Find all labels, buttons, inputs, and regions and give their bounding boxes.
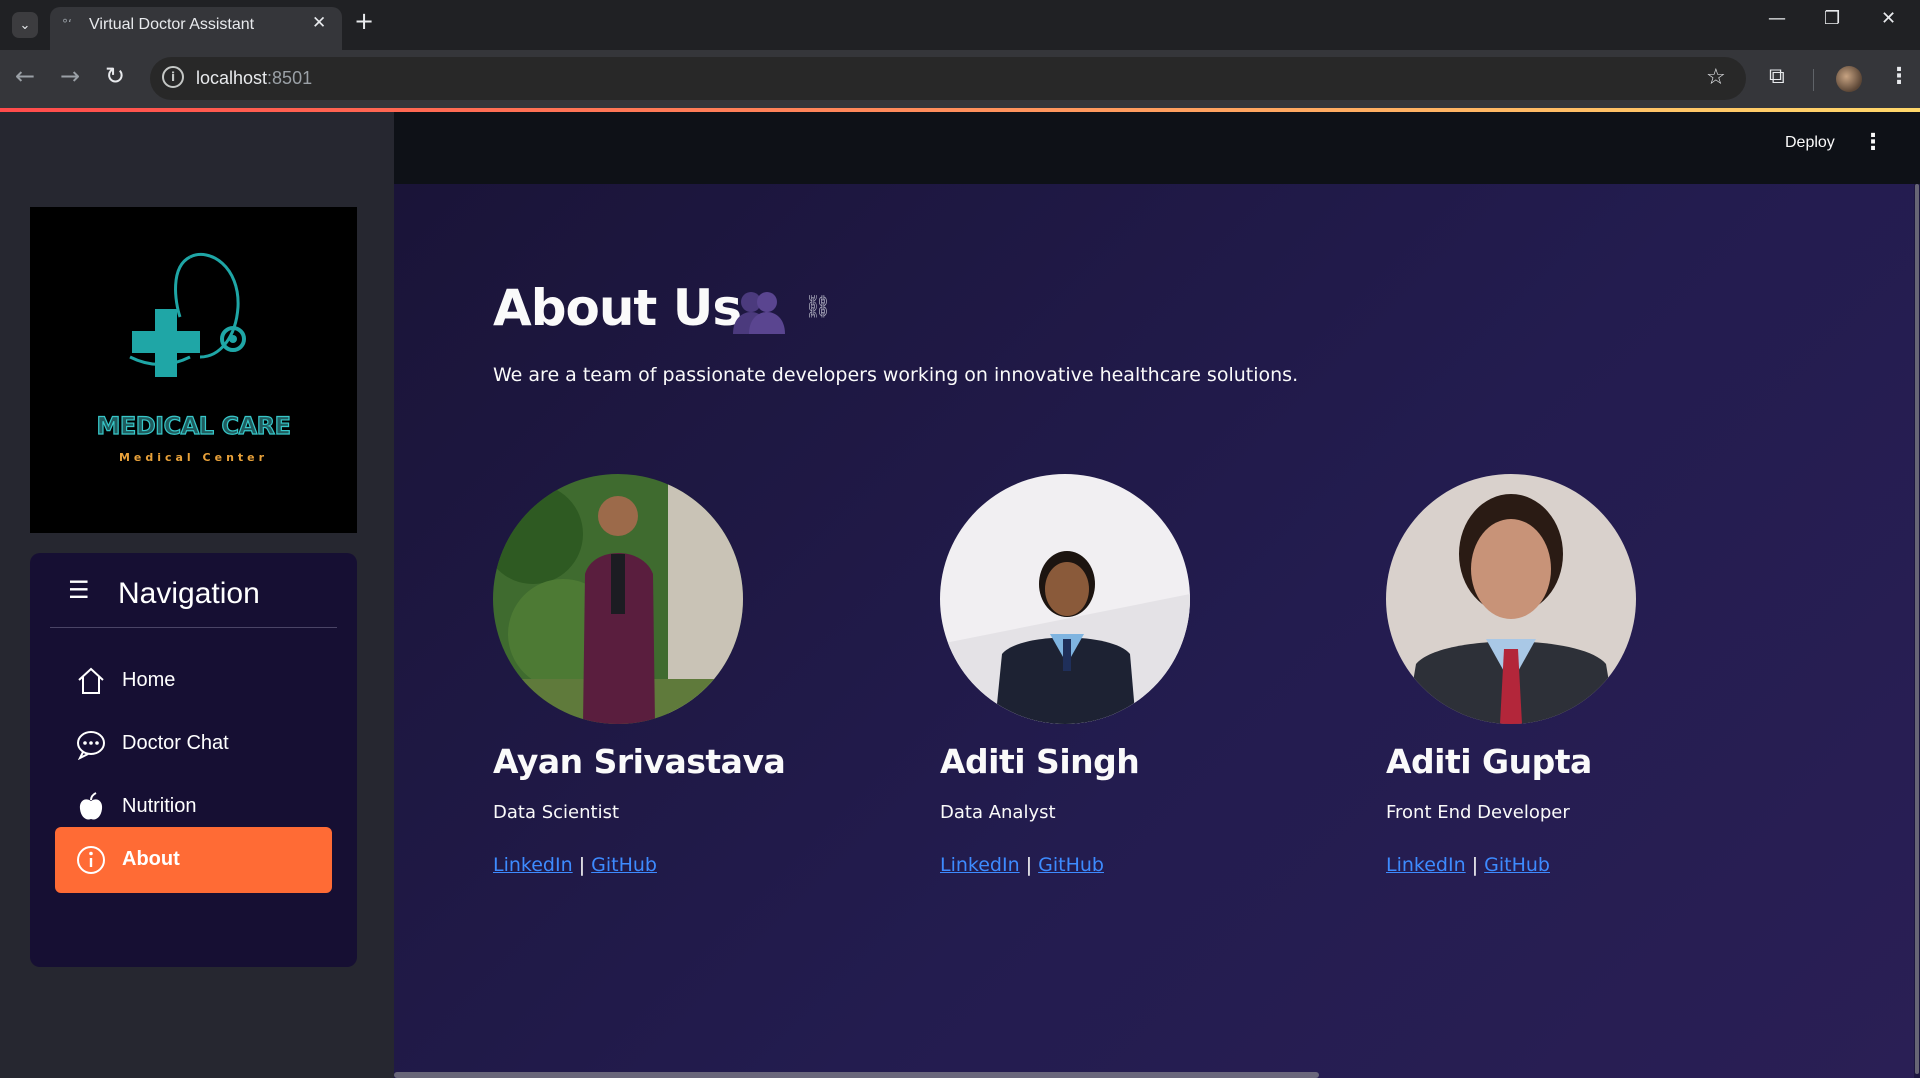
forward-icon[interactable]: → [60, 64, 80, 88]
tab-search-button[interactable]: ⌄ [12, 12, 38, 38]
nav-item-label: Doctor Chat [122, 732, 229, 754]
nav-item-label: About [122, 848, 180, 870]
member-name: Aditi Singh [940, 742, 1140, 781]
profile-avatar[interactable] [1836, 66, 1862, 92]
github-link[interactable]: GitHub [1038, 854, 1104, 876]
navigation-menu: ☰ Navigation Home Doctor Chat Nutrition [30, 553, 357, 967]
toolbar-divider [1813, 69, 1814, 91]
new-tab-icon[interactable]: + [354, 9, 374, 33]
url-text[interactable]: localhost:8501 [196, 68, 312, 89]
logo-subtitle: Medical Center [118, 451, 269, 464]
member-photo-aditi-singh [940, 474, 1190, 724]
member-role: Data Scientist [493, 802, 619, 823]
member-role: Data Analyst [940, 802, 1056, 823]
restore-icon[interactable]: ❐ [1824, 10, 1840, 28]
nav-item-label: Home [122, 669, 176, 691]
close-window-icon[interactable]: ✕ [1881, 10, 1896, 28]
link-separator: | [578, 854, 586, 876]
team-member-card: Aditi Gupta Front End Developer LinkedIn… [1386, 474, 1786, 894]
intro-text: We are a team of passionate developers w… [493, 364, 1299, 386]
bookmark-star-icon[interactable]: ☆ [1706, 65, 1726, 90]
app-header: Deploy ⋮ [394, 112, 1920, 184]
team-member-card: Aditi Singh Data Analyst LinkedIn | GitH… [940, 474, 1340, 894]
main-content: About Us ⛓ We are a team of passionate d… [394, 184, 1920, 1078]
member-links: LinkedIn | GitHub [940, 854, 1104, 876]
reload-icon[interactable]: ↻ [105, 64, 125, 88]
linkedin-link[interactable]: LinkedIn [940, 854, 1020, 876]
anchor-link-icon[interactable]: ⛓ [804, 295, 832, 320]
browser-menu-icon[interactable]: ⋮ [1888, 66, 1910, 88]
linkedin-link[interactable]: LinkedIn [493, 854, 573, 876]
close-tab-icon[interactable]: ✕ [312, 13, 326, 33]
link-separator: | [1025, 854, 1033, 876]
nav-item-about[interactable]: About [55, 827, 332, 893]
member-links: LinkedIn | GitHub [1386, 854, 1550, 876]
browser-tab[interactable]: °ʻ Virtual Doctor Assistant ✕ [50, 7, 342, 50]
nav-header: ☰ Navigation [50, 553, 337, 628]
logo-title: MEDICAL CARE [96, 411, 292, 440]
browser-toolbar: ← → ↻ i localhost:8501 ☆ ⧉ ⋮ [0, 50, 1920, 108]
page-title: About Us [493, 279, 742, 337]
horizontal-scrollbar[interactable] [394, 1072, 1319, 1078]
nav-item-home[interactable]: Home [55, 648, 332, 714]
member-name: Aditi Gupta [1386, 742, 1592, 781]
team-member-card: Ayan Srivastava Data Scientist LinkedIn … [493, 474, 893, 894]
member-links: LinkedIn | GitHub [493, 854, 657, 876]
github-link[interactable]: GitHub [1484, 854, 1550, 876]
back-icon[interactable]: ← [15, 64, 35, 88]
app-menu-icon[interactable]: ⋮ [1862, 132, 1884, 154]
link-separator: | [1471, 854, 1479, 876]
people-silhouette-icon [733, 292, 785, 334]
minimize-icon[interactable]: — [1768, 10, 1786, 28]
chat-icon [75, 728, 107, 761]
loading-favicon-icon: °ʻ [62, 17, 72, 31]
hamburger-icon: ☰ [68, 576, 90, 604]
member-photo-ayan [493, 474, 743, 724]
browser-tab-bar: ⌄ °ʻ Virtual Doctor Assistant ✕ + — ❐ ✕ [0, 0, 1920, 50]
address-bar[interactable]: i localhost:8501 ☆ [150, 57, 1746, 100]
nav-item-doctor-chat[interactable]: Doctor Chat [55, 711, 332, 777]
deploy-button[interactable]: Deploy [1785, 134, 1835, 152]
github-link[interactable]: GitHub [591, 854, 657, 876]
extensions-icon[interactable]: ⧉ [1769, 66, 1785, 88]
vertical-scrollbar[interactable] [1914, 184, 1920, 1078]
site-info-icon[interactable]: i [162, 66, 184, 88]
member-role: Front End Developer [1386, 802, 1570, 823]
vertical-scrollbar-thumb[interactable] [1915, 184, 1919, 1074]
info-icon [75, 844, 107, 876]
home-icon [75, 665, 107, 697]
nav-item-label: Nutrition [122, 795, 197, 817]
nav-title: Navigation [118, 577, 260, 610]
stethoscope-cross-logo-icon [129, 253, 246, 377]
member-photo-aditi-gupta [1386, 474, 1636, 724]
linkedin-link[interactable]: LinkedIn [1386, 854, 1466, 876]
sidebar: MEDICAL CARE Medical Center ☰ Navigation… [0, 112, 394, 1078]
medical-care-logo: MEDICAL CARE Medical Center [30, 207, 357, 533]
member-name: Ayan Srivastava [493, 742, 786, 781]
chevron-down-icon: ⌄ [19, 17, 31, 33]
tab-title: Virtual Doctor Assistant [89, 16, 255, 33]
apple-icon [75, 791, 107, 823]
